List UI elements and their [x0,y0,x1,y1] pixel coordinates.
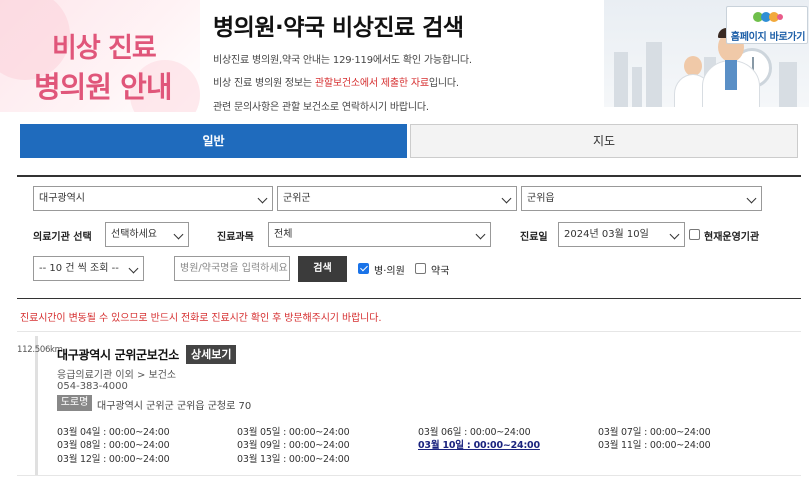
opening-hour: 03월 09일 : 00:00~24:00 [237,440,350,451]
chevron-down-icon [501,193,512,204]
city-select[interactable]: 대구광역시 [33,186,273,211]
hospital-checkbox-label: 병·의원 [374,266,405,277]
department-label: 진료과목 [217,232,254,243]
page-size-select[interactable]: -- 10 건 씩 조회 -- [33,256,144,281]
opening-hour: 03월 08일 : 00:00~24:00 [57,440,170,451]
date-label: 진료일 [520,232,548,243]
chevron-down-icon [669,229,680,240]
notice-text: 진료시간이 변동될 수 있으므로 반드시 전화로 진료시간 확인 후 방문해주시… [20,313,382,324]
opening-hour: 03월 07일 : 00:00~24:00 [598,427,711,438]
homepage-button-label: 홈페이지 바로가기 [730,32,806,43]
distance: 112.506km [17,345,63,355]
detail-button[interactable]: 상세보기 [186,345,237,364]
open-now-label: 현재운영기관 [704,232,760,243]
facility-type-select[interactable]: 선택하세요 [105,222,189,247]
chevron-down-icon [173,229,184,240]
result-marker [35,336,38,476]
divider [17,475,801,476]
road-address-badge: 도로명 [57,395,92,411]
page-header: 비상 진료 병의원 안내 병의원·약국 비상진료 검색 비상진료 병의원,약국 … [0,0,809,113]
opening-hour: 03월 06일 : 00:00~24:00 [418,427,531,438]
opening-hour: 03월 04일 : 00:00~24:00 [57,427,170,438]
opening-hour: 03월 12일 : 00:00~24:00 [57,454,170,465]
pharmacy-checkbox[interactable] [415,263,426,274]
opening-hour: 03월 05일 : 00:00~24:00 [237,427,350,438]
facility-name[interactable]: 대구광역시 군위군보건소 [57,346,179,363]
homepage-button[interactable]: 홈페이지 바로가기 [726,6,808,44]
facility-name-input[interactable]: 병원/약국명을 입력하세요 [174,256,290,281]
department-select[interactable]: 전체 [268,222,491,247]
homepage-logo-icon [753,10,783,24]
info-line-2: 비상 진료 병의원 정보는 관할보건소에서 제출한 자료입니다. [213,78,459,89]
date-select[interactable]: 2024년 03월 10일 [558,222,685,247]
chevron-down-icon [475,229,486,240]
opening-hour: 03월 11일 : 00:00~24:00 [598,440,711,451]
emergency-banner: 비상 진료 병의원 안내 [0,0,200,112]
hospital-checkbox[interactable] [358,263,369,274]
pharmacy-checkbox-label: 약국 [431,266,450,277]
facility-phone: 054-383-4000 [57,381,128,392]
tab-map[interactable]: 지도 [410,124,798,158]
banner-line1: 비상 진료 [52,33,157,64]
info-line-1: 비상진료 병의원,약국 안내는 129·119에서도 확인 가능합니다. [213,55,472,66]
search-button[interactable]: 검색 [298,256,347,282]
open-now-checkbox[interactable] [689,229,700,240]
chevron-down-icon [128,263,139,274]
doctors-illustration: 홈페이지 바로가기 [604,0,809,107]
opening-hour-today[interactable]: 03월 10일 : 00:00~24:00 [418,437,540,451]
chevron-down-icon [746,193,757,204]
divider [17,331,801,332]
facility-address: 대구광역시 군위군 군위읍 군청로 70 [97,401,252,412]
district-select[interactable]: 군위군 [277,186,517,211]
town-select[interactable]: 군위읍 [521,186,762,211]
opening-hour: 03월 13일 : 00:00~24:00 [237,454,350,465]
facility-type-label: 의료기관 선택 [33,232,92,243]
facility-category: 응급의료기관 이외 > 보건소 [57,370,177,381]
banner-line2: 병의원 안내 [34,70,172,104]
info-line-3: 관련 문의사항은 관할 보건소로 연락하시기 바랍니다. [213,102,429,113]
page-title: 병의원·약국 비상진료 검색 [213,15,464,41]
chevron-down-icon [257,193,268,204]
tab-general[interactable]: 일반 [20,124,407,158]
